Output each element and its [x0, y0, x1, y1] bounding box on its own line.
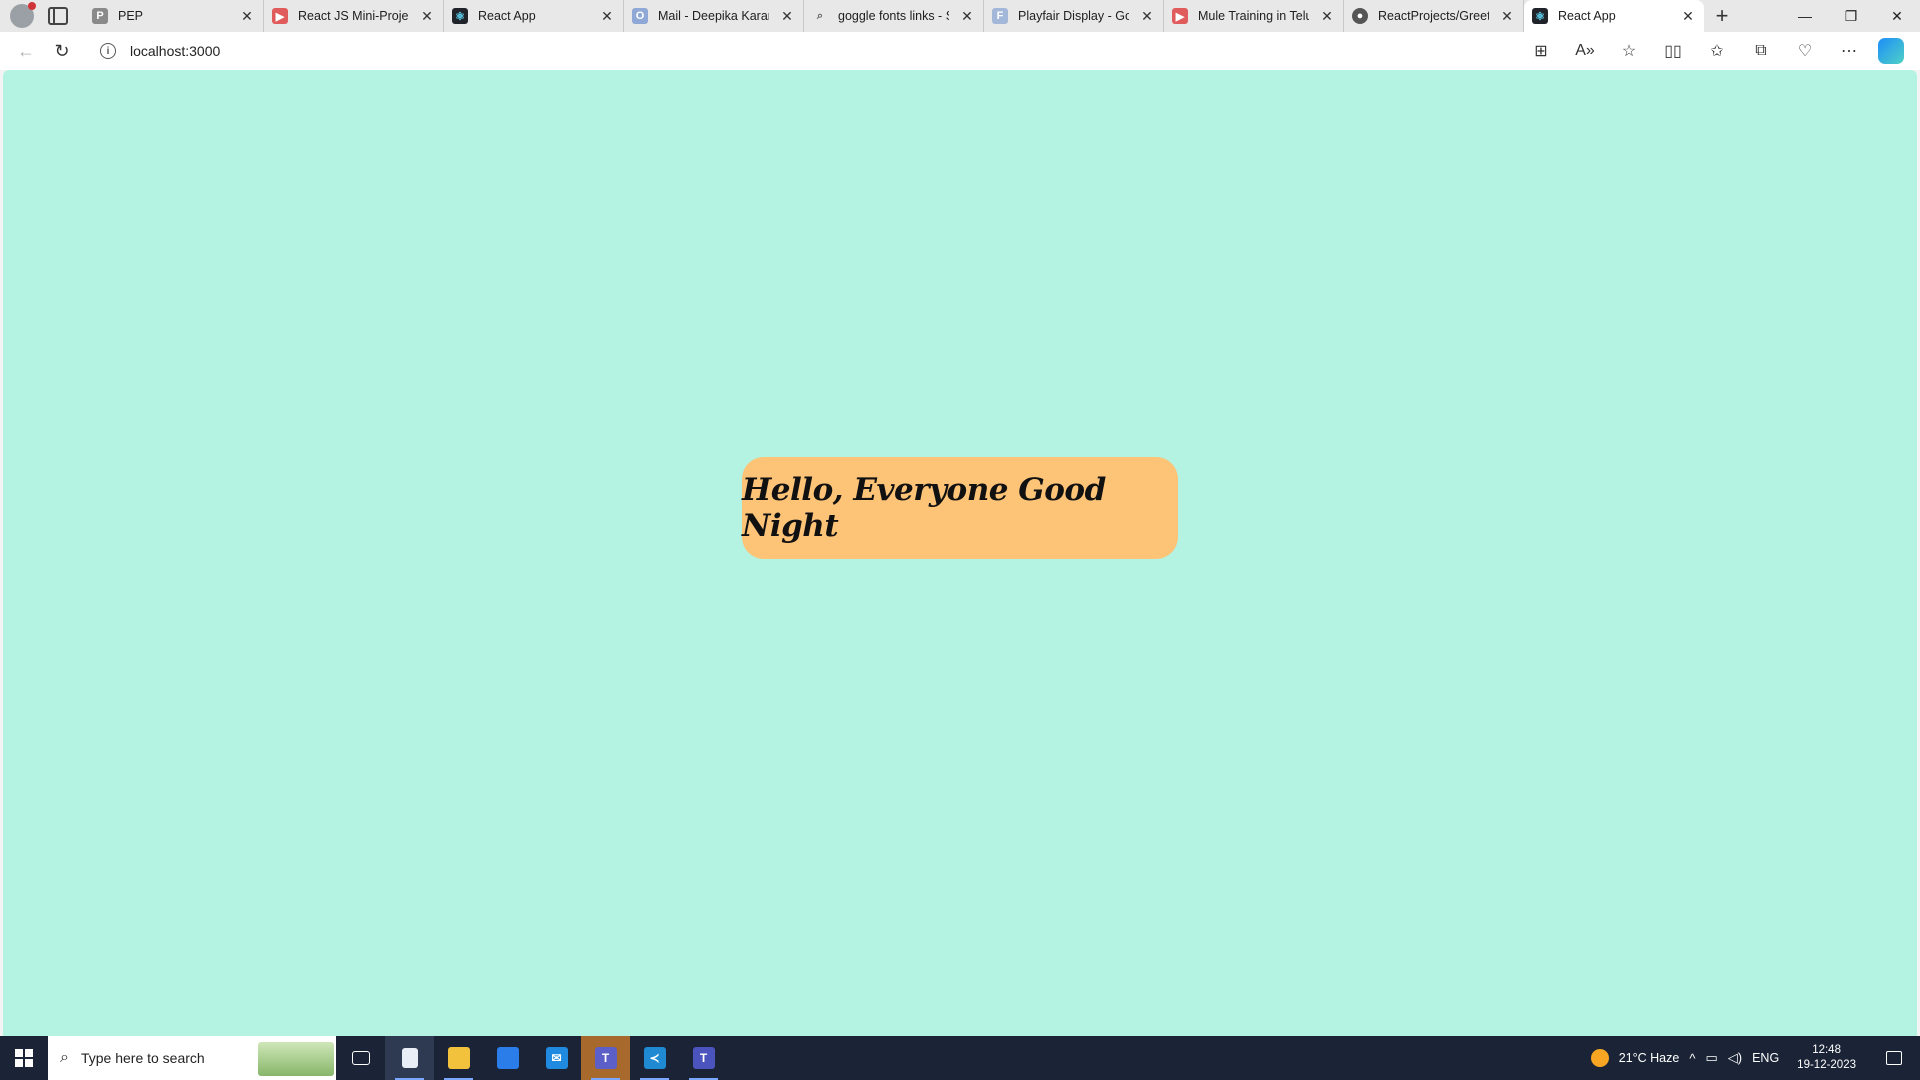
outlook-icon: O	[632, 8, 648, 24]
tab-react-app-active[interactable]: ⚛ React App ✕	[1524, 0, 1704, 32]
toolbar-icons: ⊞ A» ☆ ▯▯ ✩ ⧉ ♡ ⋯	[1526, 36, 1912, 66]
tab-react-mini-project[interactable]: ▶ React JS Mini-Project ✕	[264, 0, 444, 32]
refresh-icon[interactable]: ↻	[44, 35, 80, 67]
app-available-icon[interactable]: ⊞	[1526, 36, 1556, 66]
split-screen-icon[interactable]: ▯▯	[1658, 36, 1688, 66]
back-icon[interactable]: ←	[8, 35, 44, 67]
close-tab-icon[interactable]: ✕	[419, 8, 435, 25]
teams-new-icon[interactable]: T	[679, 1036, 728, 1080]
clock-date: 19-12-2023	[1797, 1059, 1856, 1071]
weather-text[interactable]: 21°C Haze	[1619, 1051, 1680, 1065]
language-indicator[interactable]: ENG	[1752, 1051, 1779, 1065]
tab-pep[interactable]: P PEP ✕	[84, 0, 264, 32]
task-view-icon[interactable]	[336, 1036, 385, 1080]
favorite-star-icon[interactable]: ☆	[1614, 36, 1644, 66]
notifications-icon[interactable]	[1874, 1036, 1914, 1080]
tab-mule-training[interactable]: ▶ Mule Training in Telug ✕	[1164, 0, 1344, 32]
tab-title: React App	[478, 9, 536, 23]
taskbar-search-box[interactable]: ⌕ Type here to search	[48, 1036, 336, 1080]
tab-mail[interactable]: O Mail - Deepika Karana ✕	[624, 0, 804, 32]
tab-title: React App	[1558, 9, 1616, 23]
react-icon: ⚛	[1532, 8, 1548, 24]
close-tab-icon[interactable]: ✕	[1139, 8, 1155, 25]
weather-icon[interactable]	[1590, 1049, 1609, 1067]
close-tab-icon[interactable]: ✕	[1680, 8, 1696, 25]
address-bar[interactable]: i localhost:3000	[88, 36, 1498, 66]
google-fonts-icon: F	[992, 8, 1008, 24]
clock[interactable]: 12:48 19-12-2023	[1789, 1043, 1864, 1073]
search-placeholder: Type here to search	[80, 1050, 205, 1066]
profile-avatar-icon[interactable]	[10, 2, 36, 28]
minimize-icon[interactable]: —	[1782, 0, 1828, 32]
collections-icon[interactable]: ⧉	[1746, 36, 1776, 66]
tab-google-fonts-search[interactable]: ⌕ goggle fonts links - S ✕	[804, 0, 984, 32]
github-icon: ●	[1352, 8, 1368, 24]
search-highlight-image	[258, 1042, 334, 1076]
tab-actions-icon[interactable]	[48, 7, 68, 25]
tab-title: ReactProjects/Greetin	[1378, 9, 1489, 23]
close-tab-icon[interactable]: ✕	[599, 8, 615, 25]
favorites-icon[interactable]: ✩	[1702, 36, 1732, 66]
close-tab-icon[interactable]: ✕	[239, 8, 255, 25]
close-tab-icon[interactable]: ✕	[959, 8, 975, 25]
search-icon: ⌕	[816, 9, 824, 22]
copilot-icon[interactable]	[1878, 38, 1904, 64]
tab-title: goggle fonts links - S	[838, 9, 949, 23]
read-aloud-icon[interactable]: A»	[1570, 36, 1600, 66]
tab-strip-left	[0, 0, 84, 32]
notepad-icon[interactable]	[385, 1036, 434, 1080]
teams-icon[interactable]: T	[581, 1036, 630, 1080]
start-button[interactable]	[0, 1036, 48, 1080]
volume-icon[interactable]: ◁)	[1728, 1050, 1742, 1066]
site-info-icon[interactable]: i	[100, 43, 116, 59]
browser-essentials-icon[interactable]: ♡	[1790, 36, 1820, 66]
greeting-text: Hello, Everyone Good Night	[742, 472, 1106, 544]
close-tab-icon[interactable]: ✕	[779, 8, 795, 25]
close-tab-icon[interactable]: ✕	[1499, 8, 1515, 25]
file-explorer-icon[interactable]	[434, 1036, 483, 1080]
tab-title: Mule Training in Telug	[1198, 9, 1309, 23]
tab-github-greeting[interactable]: ● ReactProjects/Greetin ✕	[1344, 0, 1524, 32]
system-tray: 21°C Haze ^ ▭ ◁) ENG 12:48 19-12-2023	[1590, 1036, 1920, 1080]
new-tab-icon[interactable]: +	[1704, 0, 1740, 32]
microsoft-store-icon[interactable]	[483, 1036, 532, 1080]
clock-time: 12:48	[1812, 1044, 1841, 1056]
windows-logo-icon	[15, 1049, 33, 1067]
youtube-icon: ▶	[272, 8, 288, 24]
greeting-card: Hello, Everyone Good Night	[742, 457, 1178, 559]
more-options-icon[interactable]: ⋯	[1834, 36, 1864, 66]
pep-icon: P	[92, 8, 108, 24]
url-text[interactable]: localhost:3000	[130, 43, 220, 59]
browser-tab-strip: P PEP ✕ ▶ React JS Mini-Project ✕ ⚛ Reac…	[0, 0, 1920, 32]
vscode-icon[interactable]: ≺	[630, 1036, 679, 1080]
mail-icon[interactable]: ✉	[532, 1036, 581, 1080]
window-controls: — ❐ ✕	[1782, 0, 1920, 32]
close-window-icon[interactable]: ✕	[1874, 0, 1920, 32]
search-icon: ⌕	[60, 1049, 69, 1066]
tab-playfair-display[interactable]: F Playfair Display - Goo ✕	[984, 0, 1164, 32]
taskbar-apps: ✉ T ≺ T	[336, 1036, 728, 1080]
network-icon[interactable]: ▭	[1705, 1050, 1717, 1066]
windows-taskbar: ⌕ Type here to search ✉ T ≺ T 21°C Haze …	[0, 1036, 1920, 1080]
restore-icon[interactable]: ❐	[1828, 0, 1874, 32]
chevron-up-icon[interactable]: ^	[1689, 1051, 1695, 1066]
tab-react-app-1[interactable]: ⚛ React App ✕	[444, 0, 624, 32]
browser-toolbar: ← ↻ i localhost:3000 ⊞ A» ☆ ▯▯ ✩ ⧉ ♡ ⋯	[0, 32, 1920, 70]
tab-title: Mail - Deepika Karana	[658, 9, 769, 23]
youtube-icon: ▶	[1172, 8, 1188, 24]
tab-list: P PEP ✕ ▶ React JS Mini-Project ✕ ⚛ Reac…	[84, 0, 1782, 32]
tab-title: Playfair Display - Goo	[1018, 9, 1129, 23]
close-tab-icon[interactable]: ✕	[1319, 8, 1335, 25]
react-icon: ⚛	[452, 8, 468, 24]
tab-title: React JS Mini-Project	[298, 9, 409, 23]
page-viewport: Hello, Everyone Good Night	[3, 70, 1917, 1036]
tab-title: PEP	[118, 9, 144, 23]
